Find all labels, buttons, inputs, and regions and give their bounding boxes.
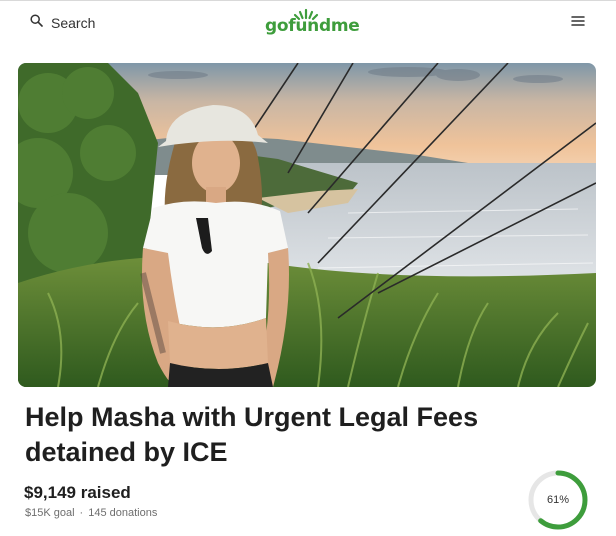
top-header: Search gofundme: [0, 0, 616, 50]
gofundme-logo[interactable]: gofundme: [265, 7, 360, 39]
meta-separator: ·: [79, 507, 84, 519]
logo-text: gofundme: [265, 16, 360, 36]
hamburger-menu-button[interactable]: [570, 14, 586, 33]
campaign-hero-image[interactable]: [18, 63, 596, 387]
campaign-title: Help Masha with Urgent Legal Fees detain…: [25, 402, 479, 467]
campaign-meta: $15K goal · 145 donations: [25, 507, 157, 519]
amount-raised: $9,149 raised: [24, 483, 131, 502]
hamburger-menu-icon: [571, 16, 585, 26]
search-icon: [30, 14, 43, 32]
progress-ring: 61%: [527, 469, 589, 531]
progress-percent: 61%: [546, 494, 570, 506]
search-label: Search: [51, 15, 96, 31]
donation-count: 145 donations: [88, 507, 158, 519]
goal-amount: $15K goal: [25, 507, 75, 519]
search-button[interactable]: Search: [30, 14, 95, 32]
